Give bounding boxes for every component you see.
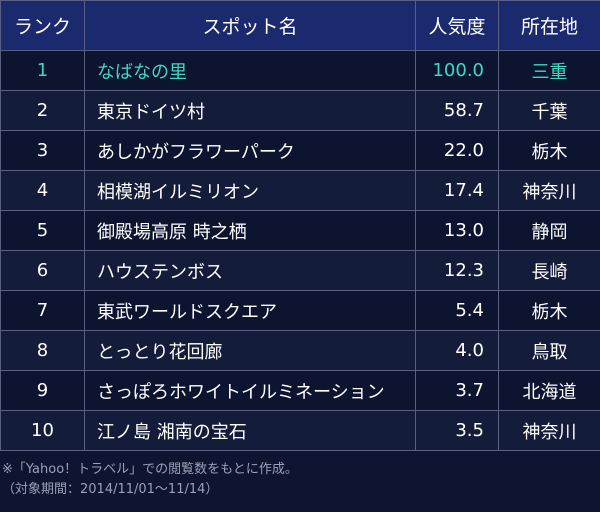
cell-rank: 10 (0, 410, 85, 451)
cell-rank: 3 (0, 130, 85, 171)
footnote-source: ※「Yahoo！トラベル」での閲覧数をもとに作成。 (2, 462, 298, 477)
table-row: 9 さっぽろホワイトイルミネーション 3.7 北海道 (0, 370, 600, 411)
cell-prefecture: 静岡 (498, 210, 600, 251)
footnote-period: （対象期間：2014/11/01〜11/14） (2, 482, 219, 497)
cell-rank: 6 (0, 250, 85, 291)
table-row: 1 なばなの里 100.0 三重 (0, 50, 600, 91)
footnote: ※「Yahoo！トラベル」での閲覧数をもとに作成。 （対象期間：2014/11/… (2, 460, 298, 500)
cell-popularity: 3.7 (415, 370, 499, 411)
table-row: 4 相模湖イルミリオン 17.4 神奈川 (0, 170, 600, 211)
cell-prefecture: 千葉 (498, 90, 600, 131)
cell-spot: さっぽろホワイトイルミネーション (84, 370, 416, 411)
table-row: 10 江ノ島 湘南の宝石 3.5 神奈川 (0, 410, 600, 451)
table-row: 8 とっとり花回廊 4.0 鳥取 (0, 330, 600, 371)
cell-spot: ハウステンボス (84, 250, 416, 291)
cell-popularity: 3.5 (415, 410, 499, 451)
column-header-popularity: 人気度 (415, 0, 499, 51)
cell-rank: 8 (0, 330, 85, 371)
cell-spot: とっとり花回廊 (84, 330, 416, 371)
cell-spot: なばなの里 (84, 50, 416, 91)
cell-rank: 5 (0, 210, 85, 251)
cell-spot: 相模湖イルミリオン (84, 170, 416, 211)
table-header-row: ランク スポット名 人気度 所在地 (0, 0, 600, 51)
cell-prefecture: 神奈川 (498, 170, 600, 211)
ranking-panel: ランク スポット名 人気度 所在地 1 なばなの里 100.0 三重 2 東京ド… (0, 0, 600, 512)
table-row: 6 ハウステンボス 12.3 長崎 (0, 250, 600, 291)
cell-spot: あしかがフラワーパーク (84, 130, 416, 171)
cell-rank: 2 (0, 90, 85, 131)
cell-popularity: 17.4 (415, 170, 499, 211)
cell-spot: 東武ワールドスクエア (84, 290, 416, 331)
cell-popularity: 100.0 (415, 50, 499, 91)
cell-popularity: 13.0 (415, 210, 499, 251)
cell-prefecture: 三重 (498, 50, 600, 91)
cell-spot: 御殿場高原 時之栖 (84, 210, 416, 251)
cell-rank: 4 (0, 170, 85, 211)
table-row: 2 東京ドイツ村 58.7 千葉 (0, 90, 600, 131)
cell-popularity: 22.0 (415, 130, 499, 171)
ranking-table: ランク スポット名 人気度 所在地 1 なばなの里 100.0 三重 2 東京ド… (0, 0, 600, 451)
cell-popularity: 5.4 (415, 290, 499, 331)
cell-spot: 東京ドイツ村 (84, 90, 416, 131)
cell-popularity: 4.0 (415, 330, 499, 371)
cell-rank: 9 (0, 370, 85, 411)
cell-prefecture: 神奈川 (498, 410, 600, 451)
cell-prefecture: 栃木 (498, 130, 600, 171)
cell-prefecture: 北海道 (498, 370, 600, 411)
column-header-spot: スポット名 (84, 0, 416, 51)
cell-prefecture: 長崎 (498, 250, 600, 291)
cell-rank: 7 (0, 290, 85, 331)
cell-prefecture: 鳥取 (498, 330, 600, 371)
cell-popularity: 12.3 (415, 250, 499, 291)
table-row: 3 あしかがフラワーパーク 22.0 栃木 (0, 130, 600, 171)
table-row: 5 御殿場高原 時之栖 13.0 静岡 (0, 210, 600, 251)
cell-rank: 1 (0, 50, 85, 91)
cell-spot: 江ノ島 湘南の宝石 (84, 410, 416, 451)
cell-popularity: 58.7 (415, 90, 499, 131)
cell-prefecture: 栃木 (498, 290, 600, 331)
column-header-rank: ランク (0, 0, 85, 51)
table-row: 7 東武ワールドスクエア 5.4 栃木 (0, 290, 600, 331)
column-header-prefecture: 所在地 (498, 0, 600, 51)
